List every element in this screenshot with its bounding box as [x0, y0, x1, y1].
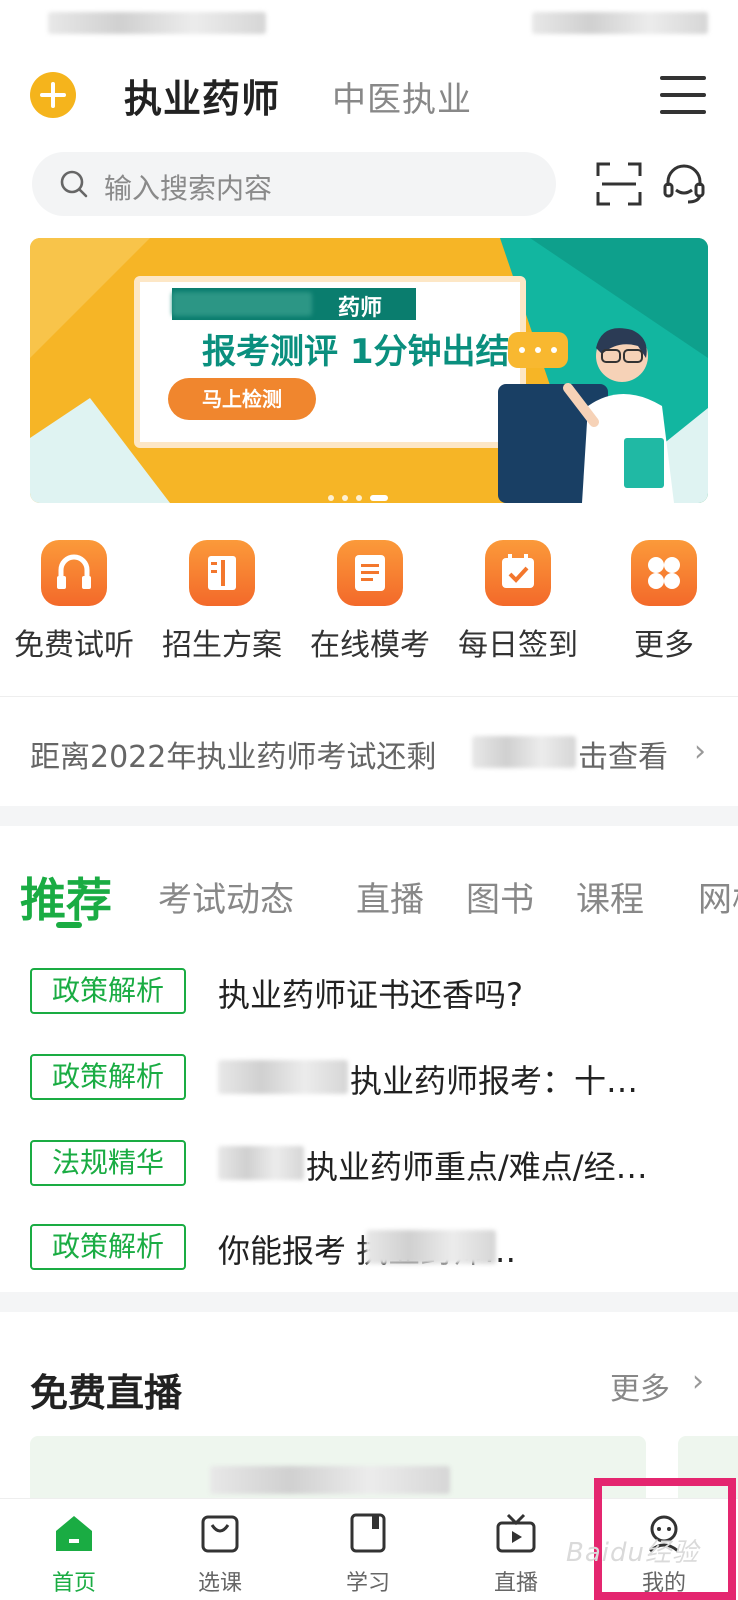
news-item[interactable]: 政策解析 执业药师证书还香吗?: [30, 966, 720, 1018]
headphones-icon: [41, 540, 107, 606]
tab-books[interactable]: 图书: [466, 872, 534, 921]
content-tabs: 推荐 考试动态 直播 图书 课程 网校: [0, 864, 738, 928]
app-logo-icon: [30, 72, 76, 118]
quick-entry-more[interactable]: 更多: [590, 540, 738, 664]
free-live-heading: 免费直播: [30, 1371, 183, 1415]
news-item[interactable]: 政策解析 你能报考 执业药师…: [30, 1222, 720, 1274]
status-bar: [0, 0, 738, 48]
quick-entry-daily-checkin[interactable]: 每日签到: [444, 540, 592, 664]
nav-label: 学习: [345, 1571, 390, 1596]
news-title-blur: [218, 1060, 348, 1094]
promo-banner[interactable]: 药师 报考测评 1分钟出结果 马上检测: [30, 238, 708, 503]
quick-entry-free-listen[interactable]: 免费试听: [0, 540, 148, 664]
news-tag: 政策解析: [30, 1054, 186, 1100]
nav-label: 选课: [197, 1571, 242, 1596]
tv-icon: [496, 1513, 536, 1553]
tab-active-indicator: [56, 922, 82, 928]
nav-course-select[interactable]: 选课: [160, 1511, 280, 1597]
tab-courses[interactable]: 课程: [576, 872, 644, 921]
grid-icon: [631, 540, 697, 606]
quick-entry-label: 免费试听: [14, 628, 134, 663]
notebook-icon: [189, 540, 255, 606]
tab-online-school[interactable]: 网校: [698, 872, 738, 921]
section-gap: [0, 806, 738, 826]
nav-label: 首页: [51, 1571, 96, 1596]
quick-entry-label: 每日签到: [458, 628, 578, 663]
news-tag: 政策解析: [30, 1224, 186, 1270]
news-item[interactable]: 政策解析 执业药师报考：十…: [30, 1052, 720, 1104]
exam-countdown[interactable]: 距离2022年执业药师考试还剩: [30, 732, 436, 776]
book-icon: [350, 1513, 386, 1553]
banner-teacher-illustration: [498, 328, 674, 503]
news-tag: 政策解析: [30, 968, 186, 1014]
quick-entry-enrollment-plan[interactable]: 招生方案: [148, 540, 296, 664]
baidu-watermark: Baidu经验: [566, 1538, 699, 1568]
home-icon: [56, 1516, 92, 1551]
banner-headline: 报考测评 1分钟出结果: [202, 332, 544, 372]
quick-entry-label: 在线模考: [310, 628, 430, 663]
calendar-check-icon: [485, 540, 551, 606]
quick-entry-mock-exam[interactable]: 在线模考: [296, 540, 444, 664]
banner-tag-text: 药师: [338, 296, 383, 321]
banner-pagination: [328, 486, 396, 503]
customer-service-icon[interactable]: [662, 162, 706, 206]
news-title: 执业药师重点/难点/经…: [306, 1148, 648, 1186]
tab-exam-news[interactable]: 考试动态: [158, 872, 294, 921]
news-item[interactable]: 法规精华 执业药师重点/难点/经…: [30, 1138, 720, 1190]
live-card[interactable]: [30, 1436, 646, 1498]
nav-home[interactable]: 首页: [14, 1511, 134, 1597]
news-title: 执业药师证书还香吗?: [218, 976, 523, 1014]
app-header: 执业药师 中医执业: [0, 60, 738, 132]
divider: [0, 696, 738, 697]
countdown-days-blur: [472, 736, 576, 768]
free-live-more-link[interactable]: 更多: [610, 1364, 670, 1408]
quick-entry-label: 招生方案: [162, 628, 282, 663]
search-placeholder: 输入搜索内容: [104, 172, 273, 205]
document-icon: [337, 540, 403, 606]
menu-icon[interactable]: [660, 76, 706, 114]
exam-title-tab[interactable]: 执业药师: [124, 68, 280, 123]
status-right-blur: [532, 12, 708, 34]
scan-icon[interactable]: [596, 162, 642, 206]
section-gap: [0, 1292, 738, 1312]
search-icon: [60, 170, 88, 198]
news-title: 执业药师报考：十…: [350, 1062, 639, 1100]
quick-entry-label: 更多: [634, 628, 694, 663]
news-title-blur: [366, 1230, 496, 1264]
chevron-right-icon[interactable]: ›: [692, 1364, 704, 1399]
tab-live[interactable]: 直播: [356, 872, 424, 921]
live-card-blur: [210, 1466, 450, 1494]
nav-label: 直播: [493, 1571, 538, 1596]
banner-check-button[interactable]: 马上检测: [168, 378, 316, 420]
quick-entry-grid: 免费试听 招生方案 在线模考 每日签到 更多: [0, 540, 738, 663]
countdown-view-link[interactable]: 击查看: [578, 732, 668, 776]
news-tag: 法规精华: [30, 1140, 186, 1186]
chevron-right-icon[interactable]: ›: [694, 734, 706, 769]
news-title-blur: [218, 1146, 304, 1180]
tab-recommend[interactable]: 推荐: [20, 864, 112, 930]
search-input[interactable]: 输入搜索内容: [32, 152, 556, 216]
banner-tag-blur: [172, 292, 312, 316]
nav-live[interactable]: 直播: [456, 1511, 576, 1597]
exam-subtitle-tab[interactable]: 中医执业: [332, 72, 472, 121]
status-left-blur: [48, 12, 266, 34]
shopping-bag-icon: [201, 1515, 239, 1553]
nav-study[interactable]: 学习: [308, 1511, 428, 1597]
